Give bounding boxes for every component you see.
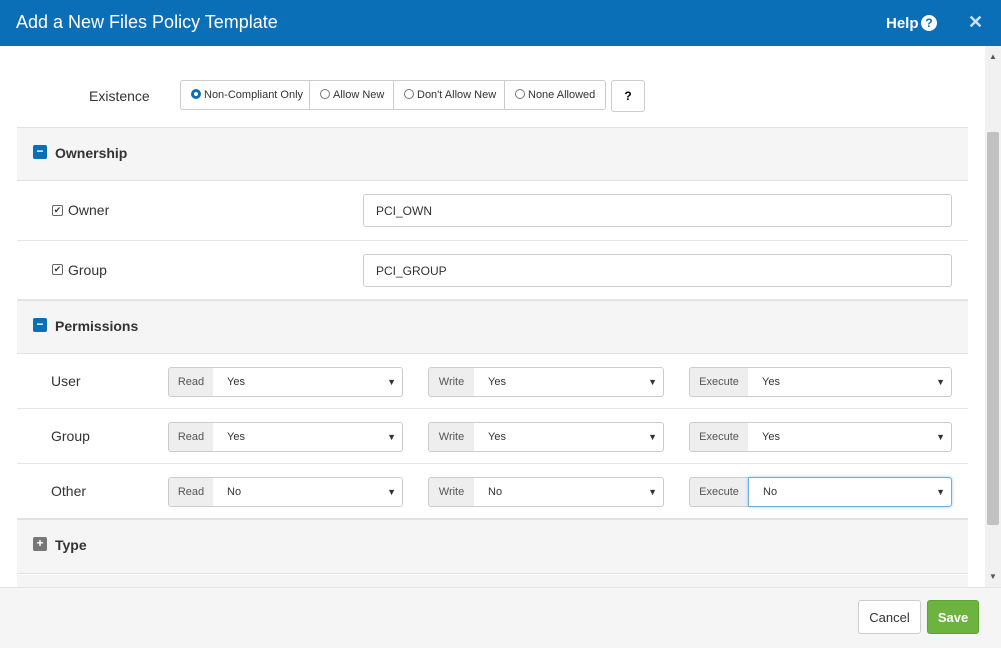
read-addon: Read	[168, 422, 214, 452]
section-title: Ownership	[55, 145, 128, 161]
owner-label: Owner	[68, 202, 110, 218]
existence-option-label: Don't Allow New	[417, 89, 497, 101]
dialog-footer: Cancel Save	[0, 587, 1001, 648]
select-value: Yes	[762, 376, 780, 388]
existence-option-none-allowed[interactable]: None Allowed	[504, 80, 606, 110]
permission-row-label: User	[51, 373, 81, 389]
ownership-section-header[interactable]: − Ownership	[17, 127, 968, 181]
existence-option-non-compliant-only[interactable]: Non-Compliant Only	[180, 80, 310, 110]
group-input[interactable]	[363, 254, 952, 287]
existence-help-button[interactable]: ?	[611, 80, 645, 112]
save-button[interactable]: Save	[927, 600, 979, 634]
select-value: Yes	[227, 376, 245, 388]
dropdown-caret-icon: ▼	[387, 487, 396, 497]
permission-row-label: Group	[51, 428, 90, 444]
question-circle-icon[interactable]: ?	[921, 15, 937, 31]
scroll-down-icon[interactable]: ▼	[989, 572, 997, 581]
radio-icon	[404, 89, 414, 99]
vertical-scrollbar[interactable]: ▲ ▼	[985, 46, 1001, 587]
select-value: No	[488, 486, 503, 498]
read-select[interactable]: No ▼	[213, 477, 403, 507]
dropdown-caret-icon: ▼	[648, 487, 657, 497]
scrollbar-thumb[interactable]	[987, 132, 999, 525]
select-value: Yes	[488, 431, 506, 443]
dialog-title: Add a New Files Policy Template	[16, 12, 278, 32]
scroll-up-icon[interactable]: ▲	[989, 52, 997, 61]
help-link[interactable]: Help	[886, 15, 919, 32]
execute-select[interactable]: Yes ▼	[748, 367, 952, 397]
dropdown-caret-icon: ▼	[648, 377, 657, 387]
group-label: Group	[68, 262, 107, 278]
write-select[interactable]: Yes ▼	[474, 422, 664, 452]
permissions-user-row: User Read Yes ▼ Write Yes ▼ Execute Yes ▼	[17, 354, 968, 409]
write-select[interactable]: Yes ▼	[474, 367, 664, 397]
collapse-icon[interactable]: −	[33, 145, 47, 159]
execute-select[interactable]: No ▼	[748, 477, 952, 507]
write-addon: Write	[428, 367, 475, 397]
next-section-partial	[17, 575, 968, 587]
execute-addon: Execute	[689, 422, 749, 452]
select-value: No	[227, 486, 242, 498]
existence-option-label: Non-Compliant Only	[204, 89, 304, 101]
dialog-titlebar: Add a New Files Policy Template Help ? ✕	[0, 0, 1001, 46]
dropdown-caret-icon: ▼	[936, 487, 945, 497]
radio-icon	[320, 89, 330, 99]
read-addon: Read	[168, 477, 214, 507]
close-icon[interactable]: ✕	[968, 12, 983, 33]
cancel-button[interactable]: Cancel	[858, 600, 921, 634]
execute-select[interactable]: Yes ▼	[748, 422, 952, 452]
execute-addon: Execute	[689, 367, 749, 397]
read-select[interactable]: Yes ▼	[213, 367, 403, 397]
group-checkbox[interactable]: ✔	[52, 264, 63, 275]
dropdown-caret-icon: ▼	[936, 432, 945, 442]
write-select[interactable]: No ▼	[474, 477, 664, 507]
dropdown-caret-icon: ▼	[387, 432, 396, 442]
existence-option-dont-allow-new[interactable]: Don't Allow New	[393, 80, 505, 110]
dropdown-caret-icon: ▼	[387, 377, 396, 387]
expand-icon[interactable]: +	[33, 537, 47, 551]
select-value: Yes	[488, 376, 506, 388]
existence-label: Existence	[89, 88, 150, 104]
read-select[interactable]: Yes ▼	[213, 422, 403, 452]
permissions-group-row: Group Read Yes ▼ Write Yes ▼ Execute Yes ▼	[17, 409, 968, 464]
write-addon: Write	[428, 477, 475, 507]
collapse-icon[interactable]: −	[33, 318, 47, 332]
radio-selected-icon	[191, 89, 201, 99]
radio-icon	[515, 89, 525, 99]
existence-option-allow-new[interactable]: Allow New	[309, 80, 394, 110]
permission-row-label: Other	[51, 483, 87, 499]
existence-option-label: None Allowed	[528, 89, 596, 101]
dialog-content: Existence Non-Compliant Only Allow New D…	[0, 46, 985, 587]
execute-addon: Execute	[689, 477, 749, 507]
read-addon: Read	[168, 367, 214, 397]
select-value: Yes	[762, 431, 780, 443]
select-value: No	[763, 486, 778, 498]
dropdown-caret-icon: ▼	[936, 377, 945, 387]
dropdown-caret-icon: ▼	[648, 432, 657, 442]
section-title: Type	[55, 537, 87, 553]
write-addon: Write	[428, 422, 475, 452]
ownership-owner-row: ✔ Owner	[17, 181, 968, 241]
owner-checkbox[interactable]: ✔	[52, 205, 63, 216]
ownership-group-row: ✔ Group	[17, 241, 968, 300]
existence-option-label: Allow New	[333, 89, 385, 101]
permissions-section-header[interactable]: − Permissions	[17, 300, 968, 354]
permissions-other-row: Other Read No ▼ Write No ▼ Execute No ▼	[17, 464, 968, 520]
select-value: Yes	[227, 431, 245, 443]
type-section-header[interactable]: + Type	[17, 520, 968, 574]
section-title: Permissions	[55, 318, 139, 334]
owner-input[interactable]	[363, 194, 952, 227]
